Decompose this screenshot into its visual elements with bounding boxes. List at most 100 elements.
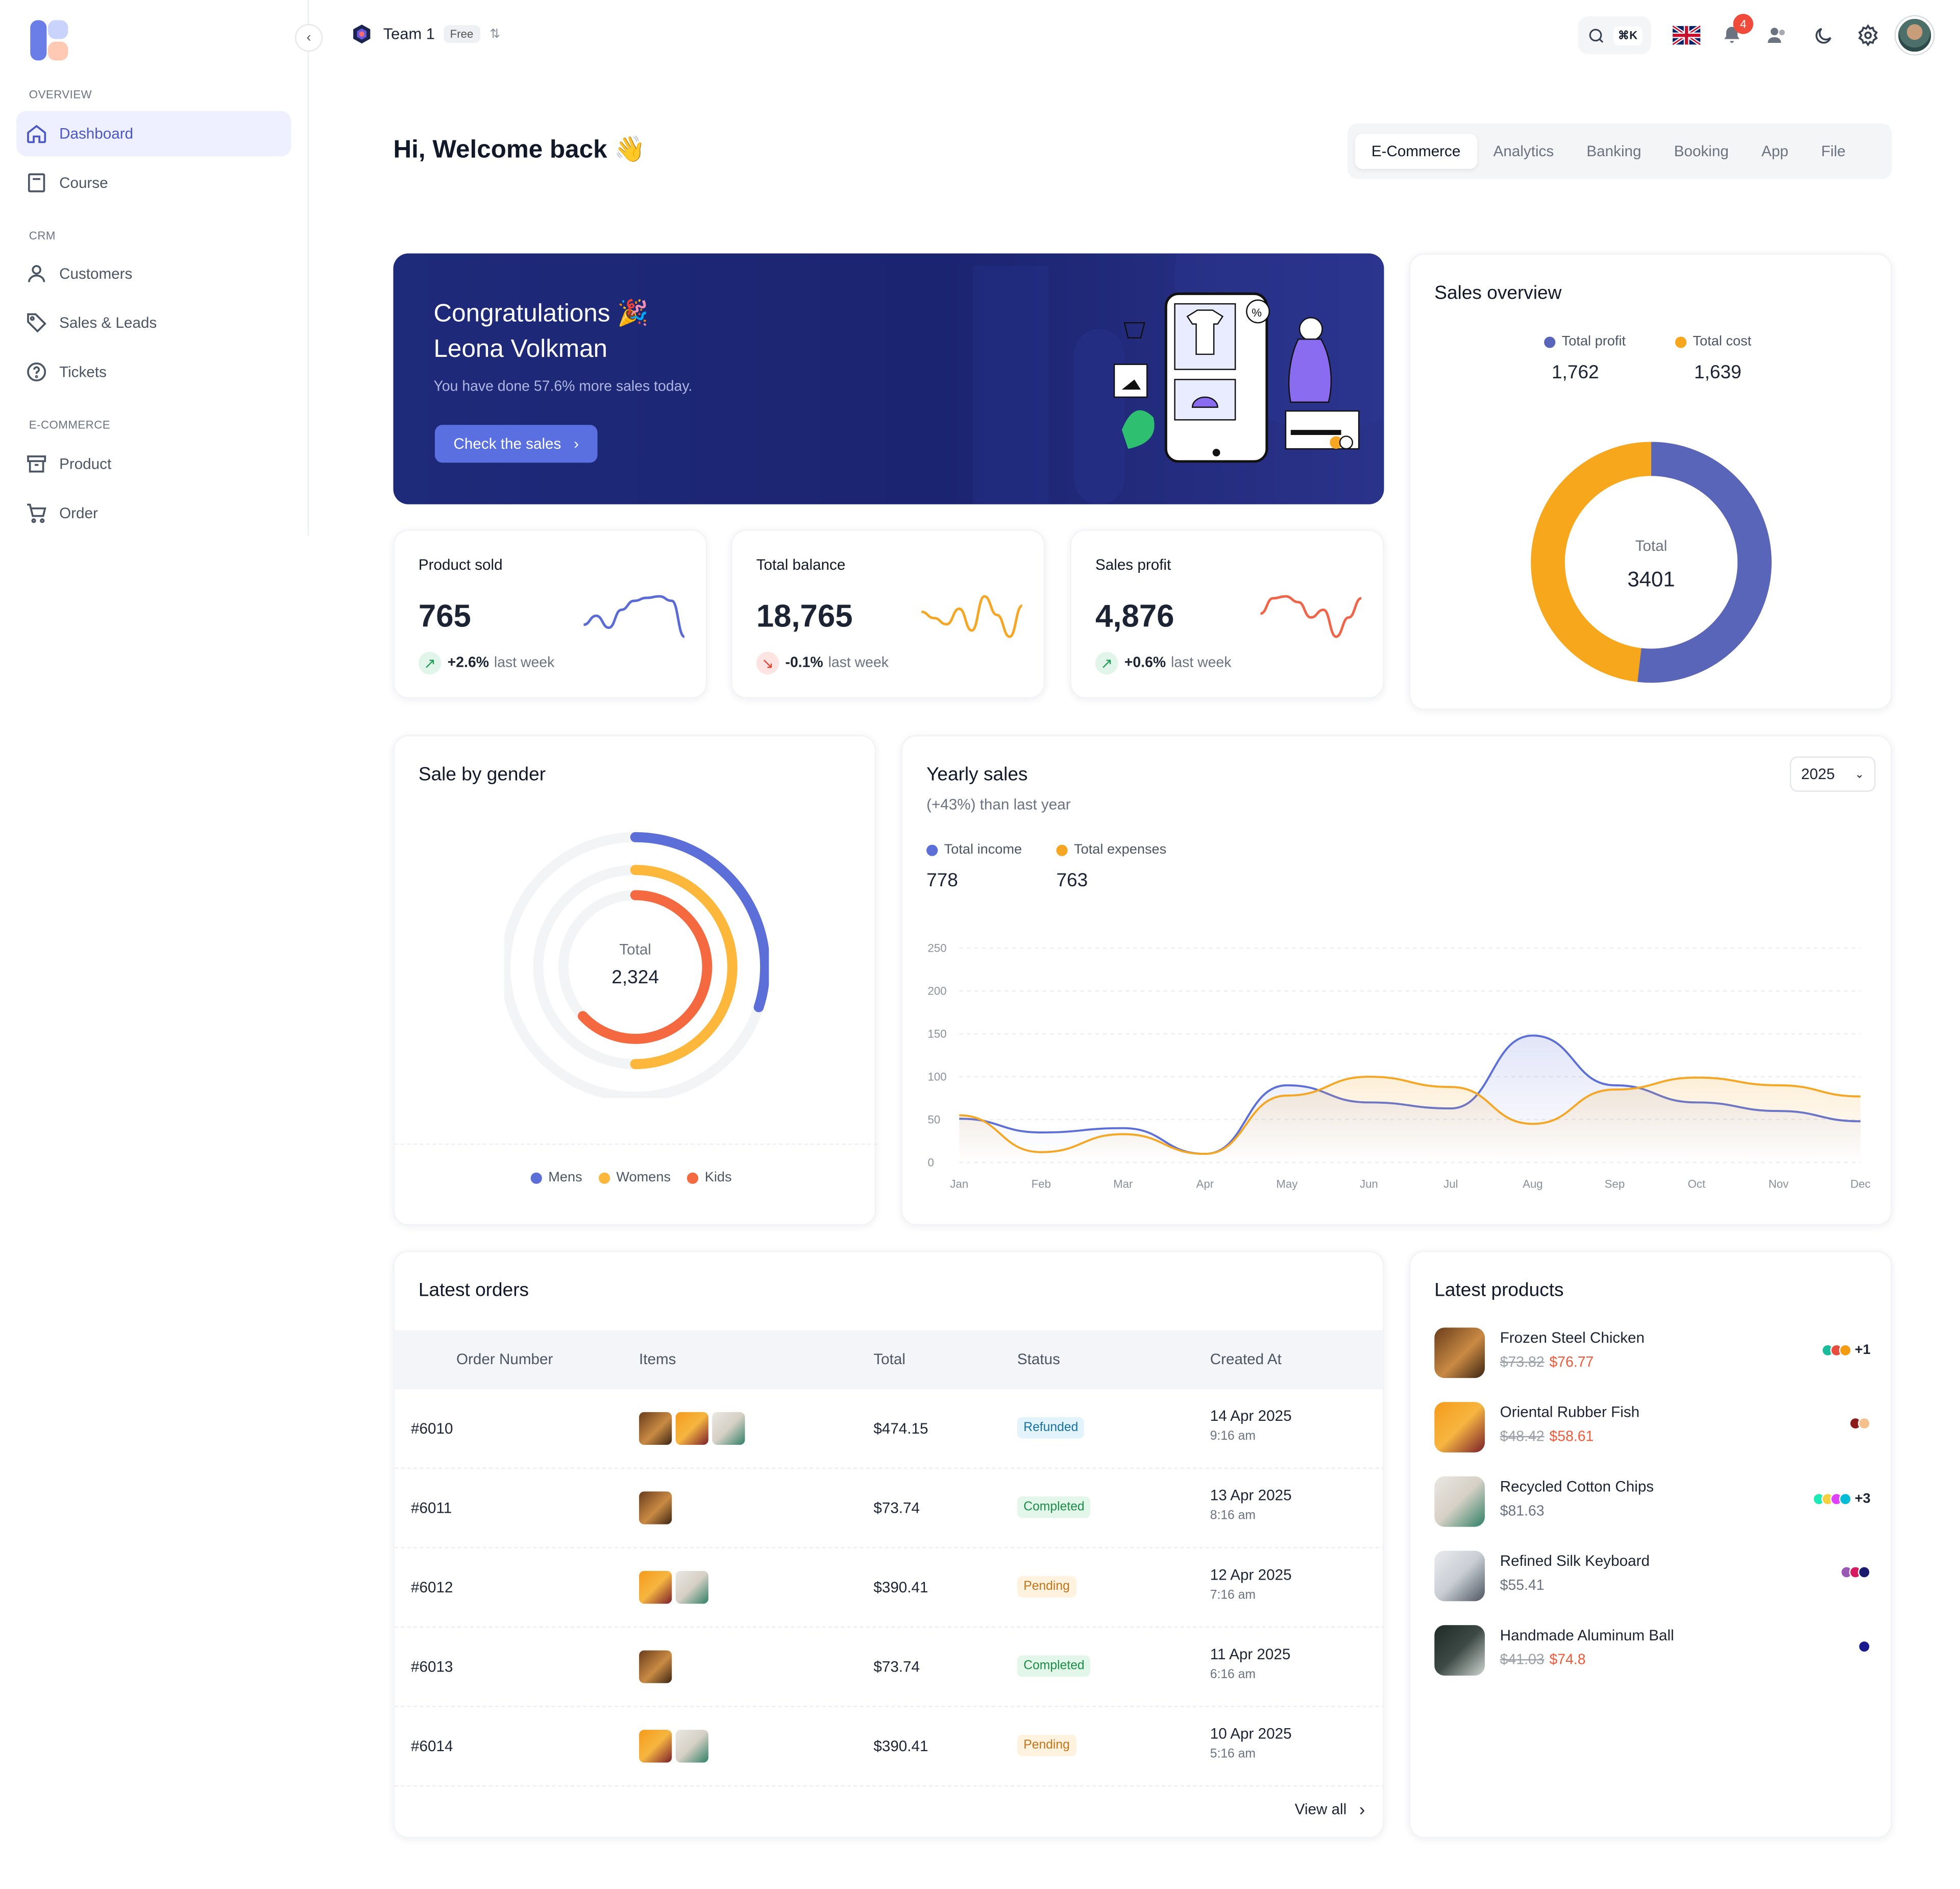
sidebar-item-label: Order	[59, 504, 98, 522]
collapse-sidebar-button[interactable]: ‹	[295, 23, 323, 52]
product-item[interactable]: Frozen Steel Chicken $73.82 $76.77 +1	[1434, 1327, 1871, 1383]
col-created-at: Created At	[1210, 1350, 1282, 1368]
order-number[interactable]: #6010	[411, 1420, 453, 1438]
y-tick-label: 100	[928, 1070, 947, 1083]
color-swatch	[1858, 1417, 1871, 1430]
item-thumbnail	[639, 1730, 672, 1763]
y-tick-label: 0	[928, 1156, 934, 1169]
legend-value: 763	[1056, 869, 1088, 891]
legend-total-cost: Total cost 1,639	[1675, 334, 1751, 383]
check-sales-button[interactable]: Check the sales ›	[434, 425, 598, 463]
sale-by-gender-title: Sale by gender	[418, 764, 546, 786]
congrats-banner: % Congratulations 🎉 Leona Volkman You ha…	[393, 253, 1384, 504]
product-price: $81.63	[1500, 1504, 1545, 1519]
order-items	[639, 1491, 676, 1524]
legend-label: Total income	[944, 842, 1022, 858]
status-badge: Completed	[1017, 1496, 1091, 1518]
product-price: $41.03 $74.8	[1500, 1653, 1586, 1668]
language-button[interactable]	[1664, 16, 1709, 54]
team-logo-icon	[353, 25, 371, 44]
product-item[interactable]: Oriental Rubber Fish $48.42 $58.61	[1434, 1402, 1871, 1458]
order-created-at: 14 Apr 2025 9:16 am	[1210, 1407, 1292, 1444]
order-created-at: 12 Apr 2025 7:16 am	[1210, 1566, 1292, 1603]
tab-banking[interactable]: Banking	[1570, 134, 1657, 169]
legend-dot	[1544, 336, 1556, 348]
order-date: 13 Apr 2025	[1210, 1486, 1292, 1505]
order-total: $73.74	[873, 1658, 920, 1676]
order-number[interactable]: #6011	[411, 1499, 452, 1517]
product-colors: +1	[1822, 1343, 1871, 1358]
user-avatar[interactable]	[1896, 16, 1934, 55]
theme-toggle-button[interactable]	[1800, 16, 1845, 54]
x-tick-label: May	[1276, 1177, 1298, 1190]
tab-analytics[interactable]: Analytics	[1477, 134, 1570, 169]
table-row[interactable]: #6012 $390.41 Pending 12 Apr 2025 7:16 am	[394, 1548, 1383, 1628]
stat-change: +0.6%	[1124, 656, 1166, 671]
table-row[interactable]: #6011 $73.74 Completed 13 Apr 2025 8:16 am	[394, 1469, 1383, 1548]
book-icon	[25, 172, 47, 194]
sidebar-item-sales-leads[interactable]: Sales & Leads	[16, 300, 291, 346]
order-time: 8:16 am	[1210, 1509, 1256, 1523]
sidebar-item-course[interactable]: Course	[16, 160, 291, 206]
order-items	[639, 1650, 676, 1683]
sidebar-item-label: Course	[59, 174, 108, 192]
order-time: 9:16 am	[1210, 1430, 1256, 1444]
sidebar-item-product[interactable]: Product	[16, 441, 291, 487]
tab-ecommerce[interactable]: E-Commerce	[1355, 133, 1477, 169]
notifications-button[interactable]: 4	[1709, 14, 1755, 54]
item-thumbnail	[675, 1570, 708, 1604]
stat-change: +2.6%	[447, 656, 489, 671]
view-all-label: View all	[1294, 1800, 1347, 1819]
gender-legend: Mens Womens Kids	[530, 1170, 732, 1185]
item-thumbnail	[675, 1730, 708, 1763]
legend-value: 1,639	[1694, 361, 1742, 383]
order-number[interactable]: #6013	[411, 1658, 453, 1676]
latest-orders-card: Latest orders Order Number Items Total S…	[393, 1250, 1384, 1838]
product-item[interactable]: Handmade Aluminum Ball $41.03 $74.8	[1434, 1625, 1871, 1681]
stat-value: 765	[418, 599, 471, 635]
search-button[interactable]: ⌘K	[1578, 16, 1652, 55]
item-thumbnail	[675, 1412, 708, 1445]
sidebar-item-tickets[interactable]: Tickets	[16, 349, 291, 395]
item-thumbnail	[639, 1650, 672, 1683]
order-time: 5:16 am	[1210, 1747, 1256, 1761]
sidebar-item-order[interactable]: Order	[16, 491, 291, 536]
banner-title: Congratulations 🎉	[433, 300, 649, 328]
team-switcher[interactable]: Team 1 Free ⇅	[351, 22, 500, 45]
banner-subtitle: You have done 57.6% more sales today.	[433, 379, 693, 395]
contacts-button[interactable]	[1755, 16, 1800, 54]
year-select[interactable]: 2025 ⌄	[1790, 756, 1876, 792]
product-name[interactable]: Oriental Rubber Fish	[1500, 1403, 1639, 1421]
table-row[interactable]: #6013 $73.74 Completed 11 Apr 2025 6:16 am	[394, 1628, 1383, 1707]
app-logo[interactable]	[28, 20, 73, 63]
product-name[interactable]: Handmade Aluminum Ball	[1500, 1627, 1674, 1644]
table-row[interactable]: #6014 $390.41 Pending 10 Apr 2025 5:16 am	[394, 1707, 1383, 1787]
sidebar-item-customers[interactable]: Customers	[16, 251, 291, 296]
tab-file[interactable]: File	[1805, 134, 1862, 169]
uk-flag-icon	[1673, 25, 1701, 45]
tab-app[interactable]: App	[1745, 134, 1805, 169]
chevron-right-icon: ›	[1359, 1799, 1365, 1820]
search-icon	[1589, 28, 1603, 42]
yearly-sales-title: Yearly sales	[926, 764, 1028, 786]
cart-icon	[25, 502, 47, 524]
stat-title: Sales profit	[1095, 556, 1171, 574]
stat-change: -0.1%	[785, 656, 823, 671]
product-price: $73.82 $76.77	[1500, 1355, 1594, 1371]
product-name[interactable]: Recycled Cotton Chips	[1500, 1478, 1654, 1495]
product-item[interactable]: Refined Silk Keyboard $55.41	[1434, 1551, 1871, 1606]
color-swatch	[1858, 1640, 1871, 1653]
sidebar-item-dashboard[interactable]: Dashboard	[16, 111, 291, 157]
order-number[interactable]: #6012	[411, 1579, 453, 1596]
product-name[interactable]: Refined Silk Keyboard	[1500, 1552, 1650, 1570]
users-icon	[1768, 28, 1785, 43]
order-number[interactable]: #6014	[411, 1737, 453, 1755]
product-item[interactable]: Recycled Cotton Chips $81.63 +3	[1434, 1476, 1871, 1532]
tab-booking[interactable]: Booking	[1658, 134, 1745, 169]
table-row[interactable]: #6010 $474.15 Refunded 14 Apr 2025 9:16 am	[394, 1389, 1383, 1469]
view-all-button[interactable]: View all ›	[1295, 1799, 1365, 1820]
product-name[interactable]: Frozen Steel Chicken	[1500, 1329, 1645, 1347]
legend-total-profit: Total profit 1,762	[1544, 334, 1626, 383]
stat-footer: ↗ +0.6% last week	[1095, 651, 1231, 675]
settings-button[interactable]	[1845, 16, 1891, 54]
